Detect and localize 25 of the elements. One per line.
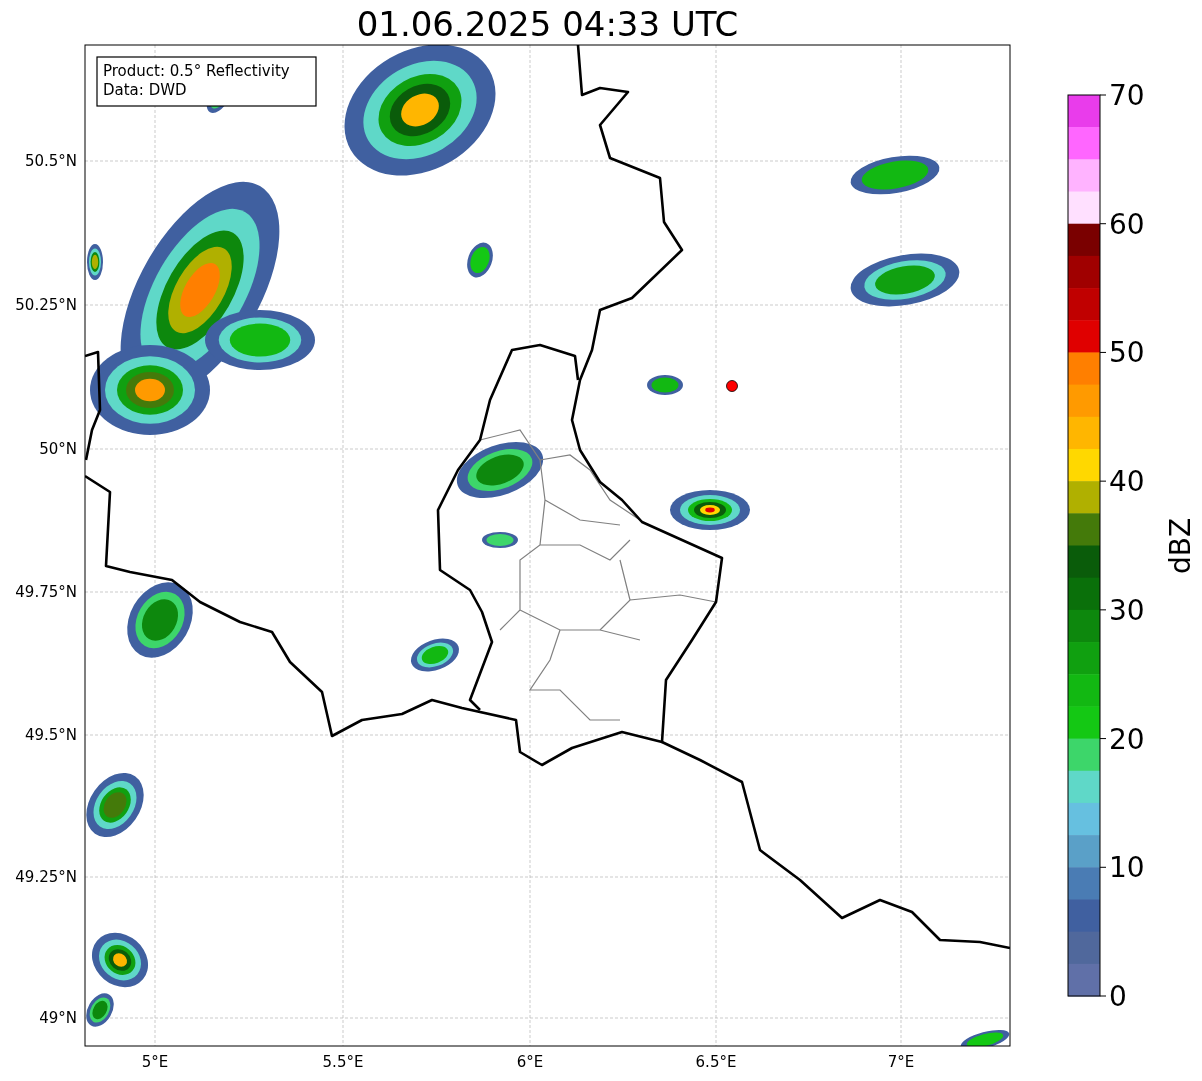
latitude-label: 49.5°N: [24, 726, 77, 744]
colorbar-tick-label: 10: [1109, 851, 1145, 885]
longitude-label: 7°E: [887, 1053, 915, 1071]
latitude-label: 49.75°N: [15, 583, 77, 601]
colorbar-tick-label: 70: [1109, 79, 1145, 112]
longitude-label: 5°E: [141, 1053, 169, 1071]
colorbar-tick-label: 40: [1109, 465, 1145, 499]
latitude-label: 50.25°N: [15, 296, 77, 314]
latitude-label: 49.25°N: [15, 868, 77, 886]
info-text: Data: DWD: [103, 81, 187, 99]
longitude-label: 6.5°E: [695, 1053, 737, 1071]
colorbar-tick-label: 50: [1109, 336, 1145, 370]
colorbar-tick-label: 60: [1109, 207, 1145, 241]
longitude-label: 6°E: [516, 1053, 544, 1071]
colorbar-tick-label: 0: [1109, 980, 1127, 1013]
location-marker: [726, 380, 738, 392]
colorbar-tick-label: 20: [1109, 722, 1145, 756]
info-text: Product: 0.5° Reflectivity: [103, 62, 290, 80]
latitude-label: 50.5°N: [24, 152, 77, 170]
longitude-label: 5.5°E: [322, 1053, 364, 1071]
latitude-label: 50°N: [39, 440, 77, 458]
colorbar-label: dBZ: [1164, 517, 1197, 575]
latitude-label: 49°N: [39, 1009, 77, 1027]
chart-title: 01.06.2025 04:33 UTC: [356, 4, 739, 44]
colorbar-tick-label: 30: [1109, 593, 1145, 627]
